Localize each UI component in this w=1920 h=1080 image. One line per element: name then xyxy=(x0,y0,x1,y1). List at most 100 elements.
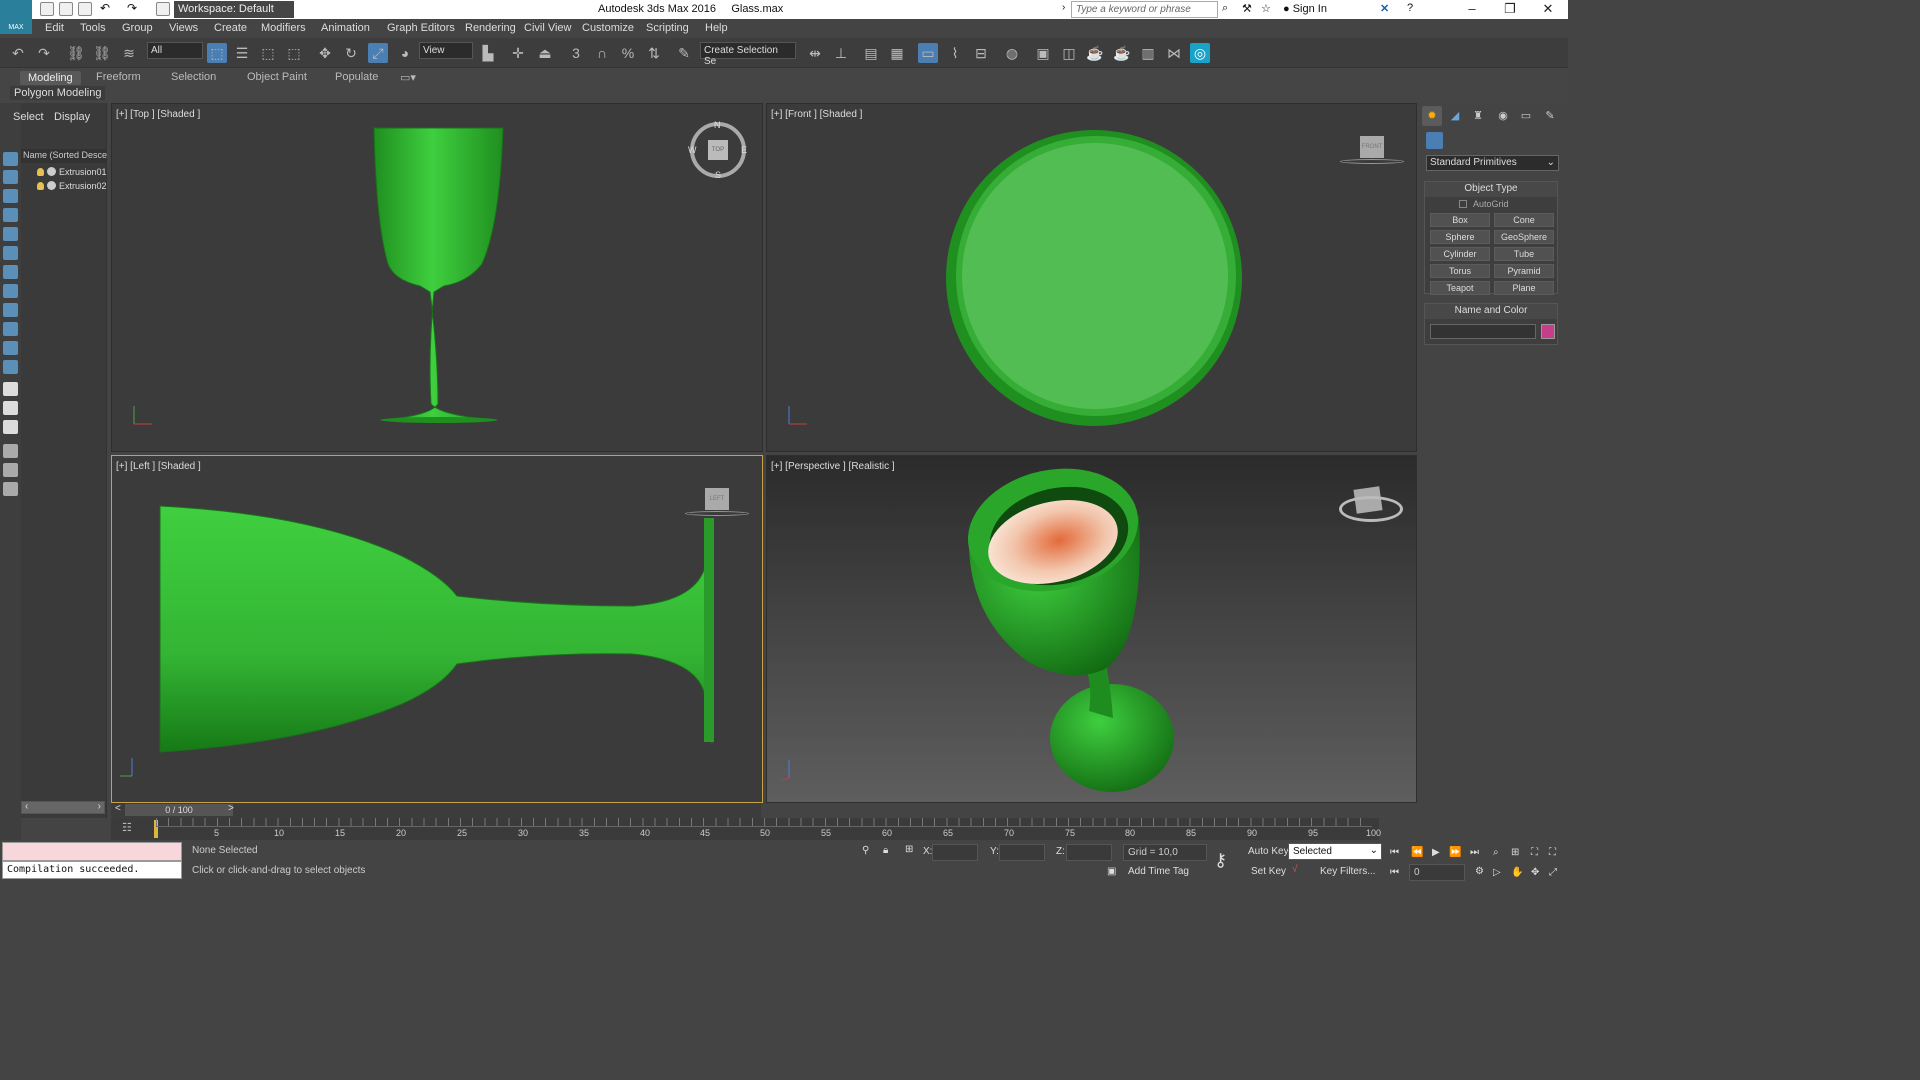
save-file-icon[interactable] xyxy=(78,2,92,16)
menu-customize[interactable]: Customize xyxy=(582,22,634,34)
snaps-toggle-icon[interactable]: 3 xyxy=(566,43,586,63)
menu-modifiers[interactable]: Modifiers xyxy=(261,22,306,34)
modify-tab-icon[interactable]: ◢ xyxy=(1445,106,1465,126)
explorer-scrollbar[interactable]: ‹ › xyxy=(21,801,105,814)
current-frame-field[interactable]: 0 xyxy=(1409,864,1465,881)
object-type-header[interactable]: Object Type xyxy=(1425,182,1557,197)
cameras-icon[interactable] xyxy=(1490,132,1507,149)
render-iterative-icon[interactable]: ☕ xyxy=(1112,43,1132,63)
restore-button[interactable]: ❐ xyxy=(1490,0,1530,19)
rotate-icon[interactable]: ↻ xyxy=(341,43,361,63)
go-to-end-icon[interactable]: ⏭ xyxy=(1470,847,1479,858)
selection-lock-icon[interactable]: 🔒︎ xyxy=(883,845,888,856)
time-slider[interactable]: < 0 / 100 > xyxy=(111,803,761,818)
key-mode-toggle-icon[interactable]: ⏮ xyxy=(1390,867,1399,878)
time-prev-icon[interactable]: < xyxy=(115,803,121,814)
viewcube[interactable]: TOP xyxy=(708,140,728,160)
absolute-mode-icon[interactable]: ⊞ xyxy=(905,844,913,855)
tab-modeling[interactable]: Modeling xyxy=(20,71,81,85)
go-to-start-icon[interactable]: ⏮ xyxy=(1390,847,1399,858)
render-shot-icon[interactable]: ⋈ xyxy=(1164,43,1184,63)
field-of-view-icon[interactable]: ▷ xyxy=(1493,867,1501,878)
zoom-icon[interactable]: ⌕ xyxy=(1493,847,1499,858)
tube-button[interactable]: Tube xyxy=(1494,247,1554,261)
redo-icon[interactable]: ↷ xyxy=(127,1,141,15)
viewcube-face[interactable]: LEFT xyxy=(705,488,729,510)
helpers-icon[interactable] xyxy=(1510,132,1527,149)
time-slider-thumb[interactable]: 0 / 100 xyxy=(125,804,233,816)
rectangular-selection-icon[interactable]: ⬚ xyxy=(258,43,278,63)
rendered-frame-window-icon[interactable]: ◫ xyxy=(1059,43,1079,63)
menu-edit[interactable]: Edit xyxy=(45,22,64,34)
viewcube[interactable]: FRONT xyxy=(1340,136,1406,166)
goblet-front-view[interactable] xyxy=(767,104,1417,452)
name-and-color-header[interactable]: Name and Color xyxy=(1425,304,1557,319)
pivot-center-icon[interactable]: ▙ xyxy=(478,43,498,63)
search-input[interactable]: Type a keyword or phrase xyxy=(1071,1,1218,18)
curve-editor-icon[interactable]: ⌇ xyxy=(945,43,965,63)
maxscript-output[interactable]: Compilation succeeded. xyxy=(2,861,182,879)
tab-object-paint[interactable]: Object Paint xyxy=(247,71,307,83)
z-coordinate-field[interactable] xyxy=(1066,844,1112,861)
create-tab-icon[interactable]: ✹ xyxy=(1422,106,1442,126)
render-setup-icon[interactable]: ▣ xyxy=(1033,43,1053,63)
percent-snap-icon[interactable]: % xyxy=(618,43,638,63)
unlink-icon[interactable]: ⛓ xyxy=(92,43,112,63)
list-item[interactable]: Extrusion02 xyxy=(37,181,107,194)
keyboard-shortcut-icon[interactable]: ⏏ xyxy=(535,43,555,63)
orbit-icon[interactable]: ✥ xyxy=(1531,867,1539,878)
place-icon[interactable]: ◕ xyxy=(395,43,415,63)
viewcube-compass[interactable]: TOP N S E W xyxy=(688,120,747,180)
render-production-icon[interactable]: ☕ xyxy=(1085,43,1105,63)
time-next-icon[interactable]: > xyxy=(228,803,234,814)
previous-frame-icon[interactable]: ⏪ xyxy=(1411,847,1423,858)
find-icon[interactable] xyxy=(3,463,18,477)
maximize-viewport-icon[interactable]: ⤢ xyxy=(1549,867,1557,878)
sync-selection-icon[interactable] xyxy=(3,482,18,496)
material-editor-icon[interactable]: ◍ xyxy=(1002,43,1022,63)
viewport-label[interactable]: [+] [Perspective ] [Realistic ] xyxy=(771,461,895,472)
undo-icon[interactable]: ↶ xyxy=(8,43,28,63)
add-time-tag-button[interactable]: Add Time Tag xyxy=(1128,866,1189,877)
scene-explorer-icon[interactable]: ▤ xyxy=(861,43,881,63)
display-groups-icon[interactable] xyxy=(3,284,18,298)
set-key-button[interactable]: Set Key xyxy=(1251,866,1286,877)
light-bulb-icon[interactable] xyxy=(37,182,44,190)
display-tab-icon[interactable]: ▭ xyxy=(1516,106,1536,126)
y-coordinate-field[interactable] xyxy=(999,844,1045,861)
link-icon[interactable]: ⛓ xyxy=(66,43,86,63)
list-item[interactable]: Extrusion01 xyxy=(37,167,107,180)
schematic-view-icon[interactable]: ⊟ xyxy=(971,43,991,63)
viewcube-ring[interactable] xyxy=(685,511,749,516)
scale-icon[interactable]: ⤢ xyxy=(368,43,388,63)
redo-icon[interactable]: ↷ xyxy=(34,43,54,63)
sign-in-button[interactable]: ● Sign In xyxy=(1283,3,1327,15)
tab-freeform[interactable]: Freeform xyxy=(96,71,141,83)
next-frame-icon[interactable]: ⏩ xyxy=(1449,847,1461,858)
tab-populate[interactable]: Populate xyxy=(335,71,378,83)
new-file-icon[interactable] xyxy=(40,2,54,16)
mini-curve-editor-icon[interactable]: ☷ xyxy=(122,821,136,835)
shapes-icon[interactable] xyxy=(1448,132,1465,149)
named-selection-dropdown[interactable]: Create Selection Se xyxy=(700,42,796,67)
selection-filter-dropdown[interactable]: All xyxy=(147,42,203,59)
select-invert-icon[interactable] xyxy=(3,420,18,434)
cylinder-button[interactable]: Cylinder xyxy=(1430,247,1490,261)
window-crossing-icon[interactable]: ⬚ xyxy=(284,43,304,63)
select-object-icon[interactable]: ⬚ xyxy=(207,43,227,63)
exchange-icon[interactable]: ✕ xyxy=(1380,2,1394,16)
box-button[interactable]: Box xyxy=(1430,213,1490,227)
object-name-field[interactable] xyxy=(1430,324,1536,339)
teapot-button[interactable]: Teapot xyxy=(1430,281,1490,295)
motion-tab-icon[interactable]: ◉ xyxy=(1493,106,1513,126)
display-shapes-icon[interactable] xyxy=(3,189,18,203)
cone-button[interactable]: Cone xyxy=(1494,213,1554,227)
viewcube[interactable]: LEFT xyxy=(685,488,751,518)
workspace-dropdown[interactable]: Workspace: Default xyxy=(174,1,294,18)
space-warps-icon[interactable] xyxy=(1530,132,1547,149)
display-cameras-icon[interactable] xyxy=(3,227,18,241)
viewport-left[interactable]: [+] [Left ] [Shaded ] LEFT xyxy=(111,455,763,803)
menu-views[interactable]: Views xyxy=(169,22,198,34)
scroll-left-icon[interactable]: ‹ xyxy=(25,801,28,812)
spinner-snap-icon[interactable]: ⇅ xyxy=(644,43,664,63)
